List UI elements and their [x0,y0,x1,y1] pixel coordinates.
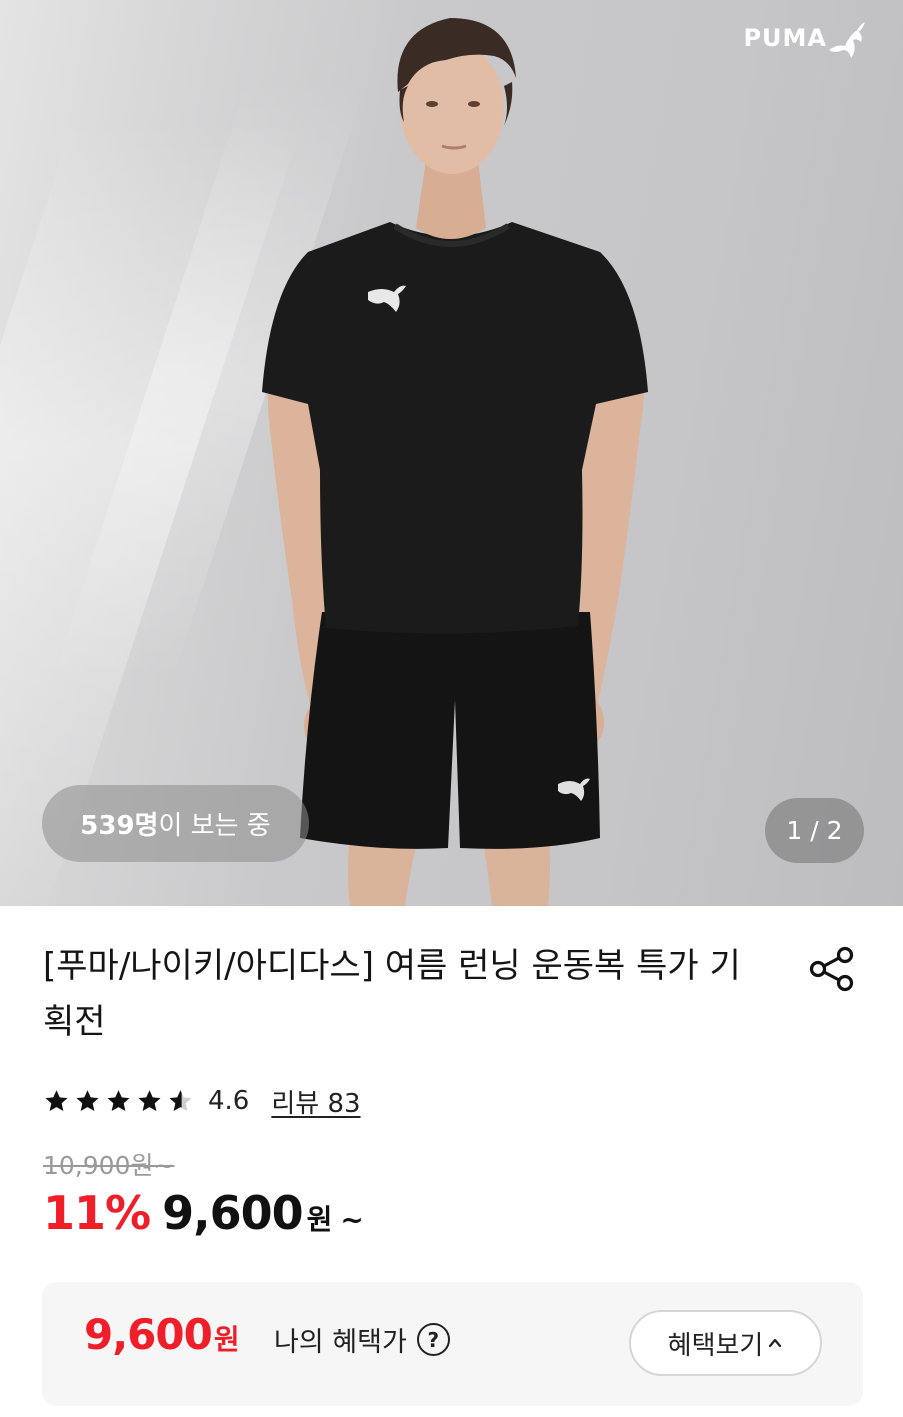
product-image-carousel[interactable]: PUMA 539명 이 보는 중 1 / 2 [0,0,903,906]
benefit-label: 나의 혜택가 [274,1327,407,1358]
view-benefits-button[interactable]: 혜택보기 [629,1310,822,1376]
brand-logo-text: PUMA [743,24,827,52]
share-button[interactable] [806,943,858,995]
rating-score: 4.6 [208,1086,250,1116]
benefit-label-group: 나의 혜택가 ? [274,1320,450,1359]
benefit-price-unit: 원 [213,1323,240,1356]
reviews-link[interactable]: 리뷰 83 [271,1083,360,1120]
view-benefits-label: 혜택보기 [667,1330,764,1361]
product-title: [푸마/나이키/아디다스] 여름 런닝 운동복 특가 기획전 [43,946,741,1042]
puma-cat-icon [829,22,865,58]
original-price-value: 10,900원 [43,1151,154,1180]
sale-price: 9,600 [162,1186,304,1240]
image-counter: 1 / 2 [765,798,864,863]
share-icon [809,946,854,992]
star-full-icon [107,1089,130,1111]
product-photo-model [262,18,648,906]
discount-rate: 11% [43,1186,151,1240]
sale-price-suffix: ~ [340,1203,364,1236]
original-price: 10,900원~ [43,1146,174,1182]
viewers-count: 539명 [80,811,159,841]
viewers-suffix: 이 보는 중 [158,811,271,841]
rating-row: 4.6 리뷰 83 [43,1080,361,1122]
live-viewers-badge: 539명 이 보는 중 [42,785,309,862]
help-question-icon[interactable]: ? [416,1323,450,1356]
sale-price-row: 11% 9,600 원 ~ [43,1186,364,1250]
benefit-price-value: 9,600 [84,1310,213,1359]
star-full-icon [76,1089,99,1111]
star-full-icon [45,1089,68,1111]
sale-price-unit: 원 [306,1203,333,1236]
star-half-icon [169,1089,192,1111]
star-full-icon [138,1089,161,1111]
my-benefit-panel: 9,600 원 나의 혜택가 ? 혜택보기 [42,1282,863,1406]
puma-logo: PUMA [743,14,867,62]
star-rating [43,1088,194,1115]
chevron-up-icon [769,1338,782,1348]
original-price-suffix: ~ [153,1151,175,1180]
benefit-price: 9,600 원 [84,1310,240,1359]
